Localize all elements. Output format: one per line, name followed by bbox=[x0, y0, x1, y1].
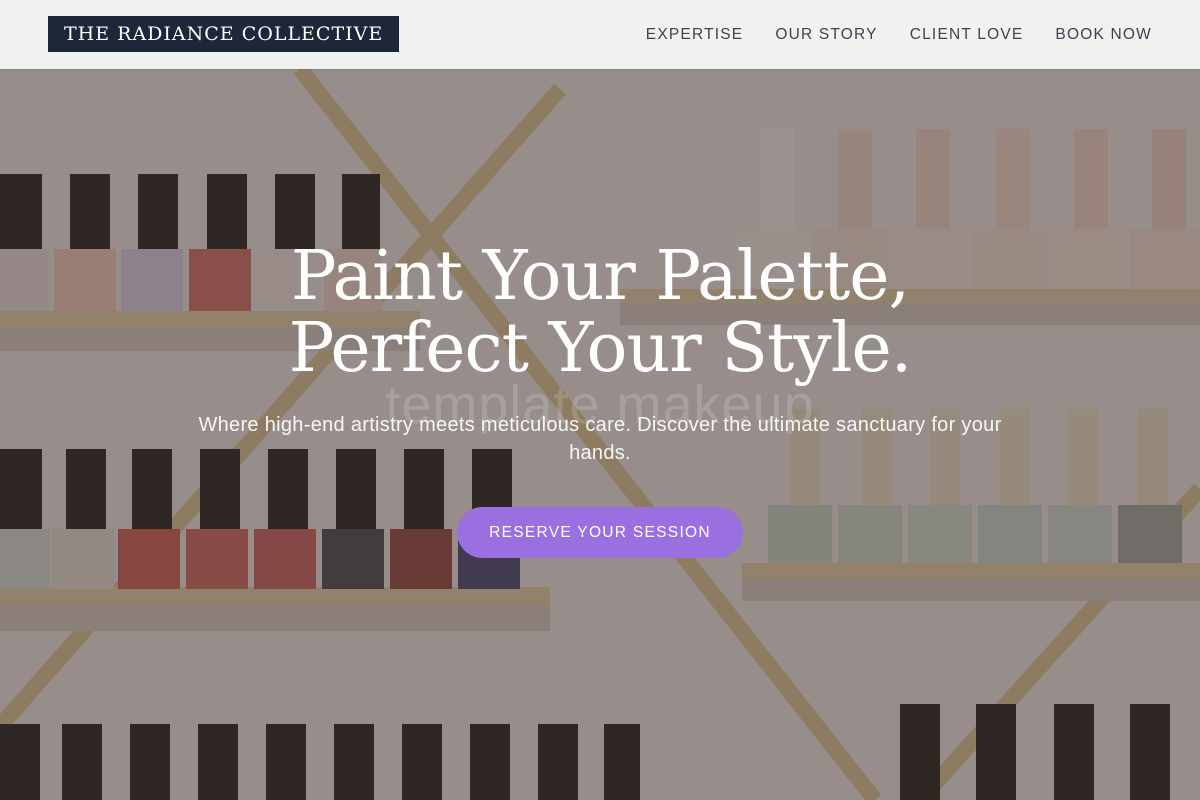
nav-link-our-story[interactable]: OUR STORY bbox=[775, 26, 877, 44]
site-logo[interactable]: THE RADIANCE COLLECTIVE bbox=[48, 16, 400, 52]
hero-headline-line-2: Perfect Your Style. bbox=[288, 309, 913, 388]
main-nav: EXPERTISE OUR STORY CLIENT LOVE BOOK NOW bbox=[646, 0, 1152, 69]
hero-subtext: Where high-end artistry meets meticulous… bbox=[198, 414, 1002, 464]
hero-headline-line-1: Paint Your Palette, bbox=[290, 237, 910, 316]
site-header: THE RADIANCE COLLECTIVE EXPERTISE OUR ST… bbox=[0, 0, 1200, 69]
hero-section: template makeup Paint Your Palette, Perf… bbox=[0, 69, 1200, 800]
reserve-session-button[interactable]: RESERVE YOUR SESSION bbox=[457, 507, 743, 558]
hero-headline: Paint Your Palette, Perfect Your Style. bbox=[0, 241, 1200, 385]
nav-link-expertise[interactable]: EXPERTISE bbox=[646, 26, 744, 44]
nav-link-client-love[interactable]: CLIENT LOVE bbox=[910, 26, 1024, 44]
nav-link-book-now[interactable]: BOOK NOW bbox=[1055, 26, 1152, 44]
